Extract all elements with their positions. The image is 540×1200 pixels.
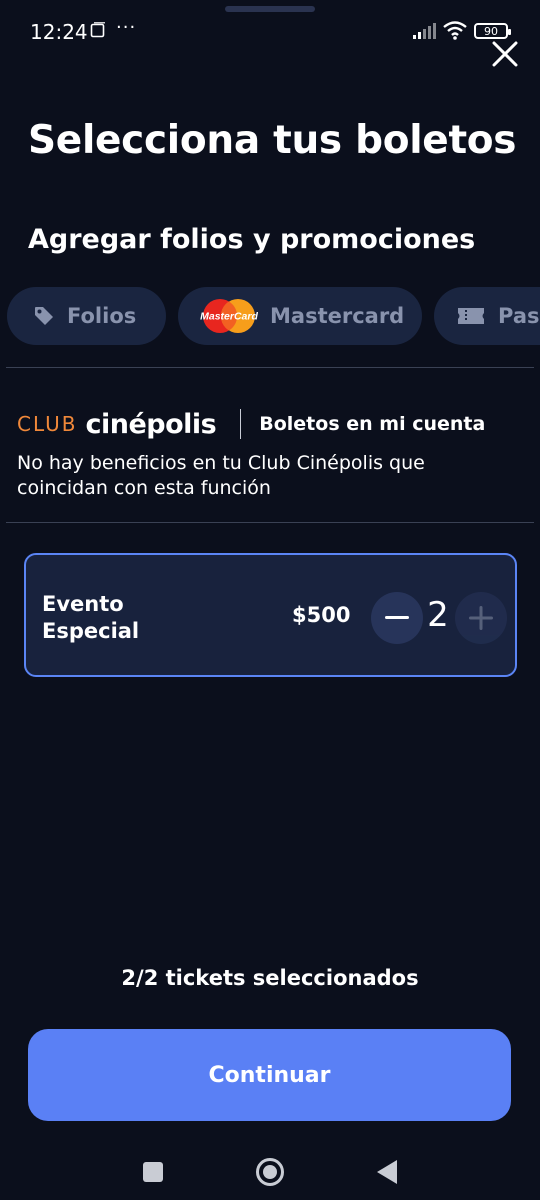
plus-icon: [469, 606, 493, 630]
wifi-icon: [442, 20, 468, 45]
square-icon: [143, 1162, 163, 1182]
ticket-icon: [458, 308, 484, 324]
promo-chips: Folios MasterCard Mastercard Pase: [0, 287, 540, 345]
status-time: 12:24: [30, 20, 88, 44]
cinepolis-logo-word: cinépolis: [85, 408, 217, 440]
drag-handle[interactable]: [225, 6, 315, 12]
ticket-type-name: Evento Especial: [42, 592, 140, 643]
close-button[interactable]: [488, 37, 522, 71]
chip-label: Mastercard: [270, 304, 405, 328]
club-account-label: Boletos en mi cuenta: [259, 413, 486, 435]
increase-quantity-button[interactable]: [455, 592, 507, 644]
screenshot-icon: [90, 22, 106, 43]
mastercard-logo-text: MasterCard: [200, 311, 258, 323]
page-title: Selecciona tus boletos: [28, 118, 517, 163]
ticket-quantity: 2: [427, 595, 449, 635]
mastercard-logo: MasterCard: [200, 299, 258, 333]
more-dots-icon: ···: [116, 17, 137, 38]
club-cinepolis-header: CLUB cinépolis Boletos en mi cuenta: [17, 404, 485, 444]
chip-mastercard[interactable]: MasterCard Mastercard: [178, 287, 422, 345]
club-separator: [240, 409, 242, 439]
back-triangle-icon: [377, 1160, 397, 1184]
club-benefits-message: No hay beneficios en tu Club Cinépolis q…: [17, 452, 425, 499]
club-logo-word: CLUB: [17, 412, 78, 436]
chip-label: Pase: [498, 304, 540, 328]
system-navigation-bar: [0, 1140, 540, 1200]
chip-label: Folios: [67, 304, 137, 328]
close-icon: [492, 41, 518, 67]
continue-button[interactable]: Continuar: [28, 1029, 511, 1121]
home-circle-icon: [256, 1158, 284, 1186]
section-subtitle: Agregar folios y promociones: [28, 224, 476, 255]
back-button[interactable]: [370, 1155, 404, 1189]
divider: [6, 522, 534, 523]
ticket-type-card[interactable]: Evento Especial $500 2: [24, 553, 517, 677]
tag-icon: [35, 307, 53, 325]
recent-apps-button[interactable]: [136, 1155, 170, 1189]
divider: [6, 367, 534, 368]
chip-folios[interactable]: Folios: [7, 287, 166, 345]
signal-icon: [412, 22, 436, 45]
minus-icon: [385, 616, 409, 619]
decrease-quantity-button[interactable]: [371, 592, 423, 644]
status-bar: 12:24 ··· 90: [0, 0, 540, 62]
tickets-selected-count: 2/2 tickets seleccionados: [121, 966, 419, 990]
home-button[interactable]: [253, 1155, 287, 1189]
ticket-price: $500: [292, 603, 351, 627]
chip-pase[interactable]: Pase: [434, 287, 540, 345]
